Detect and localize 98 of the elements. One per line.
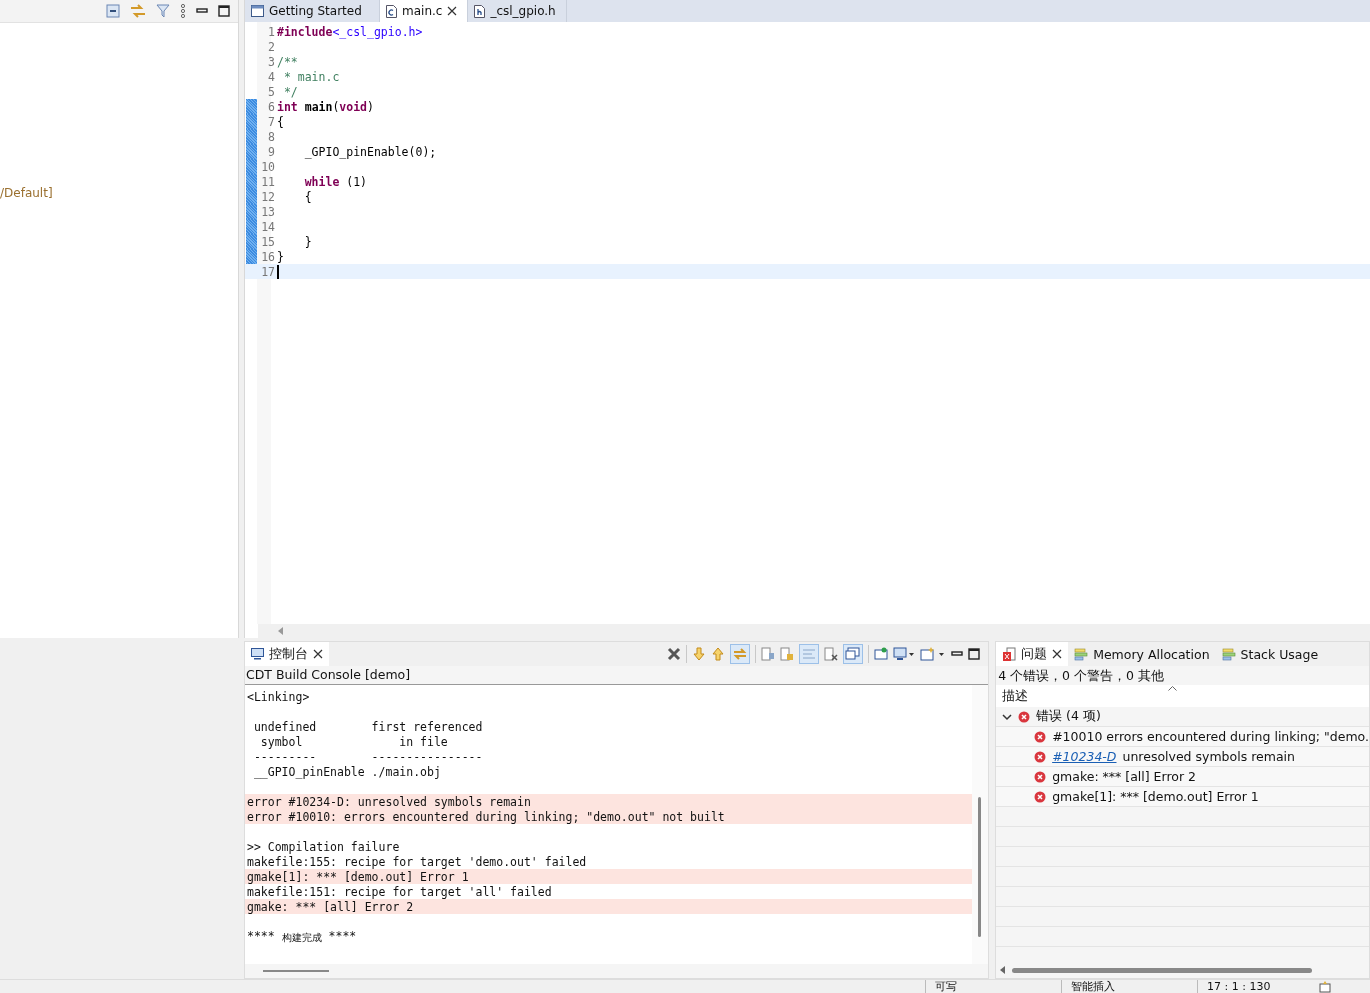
view-tab[interactable]: Stack Usage (1215, 642, 1325, 666)
code-line: */ (282, 84, 298, 99)
show-console-icon[interactable] (843, 644, 864, 664)
tree-item-text: /Default] (0, 186, 53, 200)
clear-console-icon[interactable] (824, 647, 839, 661)
error-icon (1018, 710, 1031, 723)
view-menu-icon[interactable] (180, 4, 186, 18)
line-number: 7 (267, 114, 276, 129)
tree-item[interactable]: 错误 (4 项) (1036, 708, 1101, 725)
problems-icon (1002, 646, 1017, 662)
line-number: 11 (260, 174, 276, 189)
text-cursor (277, 264, 279, 279)
pin-icon[interactable] (874, 647, 889, 661)
display-console-icon[interactable] (893, 647, 916, 661)
line-number: 4 (267, 69, 276, 84)
close-icon[interactable] (1052, 649, 1063, 659)
bars-icon (1074, 647, 1089, 661)
console-line: gmake: *** [all] Error 2 (247, 899, 414, 914)
monitor-icon (251, 648, 264, 660)
problem-text[interactable]: #10010 errors encountered during linking; "demo. (1052, 729, 1369, 744)
window-icon (251, 5, 264, 17)
close-icon[interactable] (447, 6, 458, 16)
scroll-lock-icon[interactable] (761, 647, 776, 661)
line-number: 8 (267, 129, 276, 144)
console-line: symbol in file (259, 734, 448, 749)
sort-icon (1168, 686, 1178, 691)
down-arrow-icon[interactable] (692, 647, 707, 661)
scrollbar-thumb[interactable] (978, 797, 982, 937)
code-line: #include<_csl_gpio.h> (276, 24, 423, 39)
maximize-icon[interactable] (218, 5, 230, 17)
console-line: undefined first referenced (252, 719, 483, 734)
error-code-link[interactable]: #10234-D (1052, 749, 1117, 764)
code-line: { (276, 114, 284, 129)
line-number: 3 (267, 54, 276, 69)
column-header[interactable]: 描述 (1002, 687, 1029, 705)
error-icon (1034, 730, 1047, 743)
up-arrow-icon[interactable] (711, 647, 726, 661)
new-console-icon[interactable] (920, 647, 947, 661)
line-number: 17 (260, 264, 276, 279)
maximize-icon[interactable] (968, 648, 981, 660)
console-line: gmake[1]: *** [demo.out] Error 1 (247, 869, 469, 884)
view-tab[interactable]: Memory Allocation (1068, 642, 1216, 666)
code-line: * main.c (282, 69, 340, 84)
code-line: { (303, 189, 312, 204)
line-number: 6 (267, 99, 276, 114)
console-line: >> Compilation failure (247, 839, 400, 854)
line-number: 15 (260, 234, 276, 249)
console-line: --------- ---------------- (252, 749, 483, 764)
h-file-icon (474, 4, 486, 18)
line-number: 12 (260, 189, 276, 204)
problem-text[interactable]: gmake[1]: *** [demo.out] Error 1 (1052, 789, 1259, 804)
scroll-left-icon[interactable] (278, 627, 284, 635)
line-number: 16 (260, 249, 276, 264)
status-text: 智能插入 (1061, 980, 1197, 993)
console-tab[interactable]: 控制台 (245, 642, 329, 666)
bars-icon (1221, 647, 1236, 661)
error-icon (1034, 750, 1047, 763)
line-number: 13 (260, 204, 276, 219)
problem-text[interactable]: unresolved symbols remain (1122, 749, 1295, 764)
console-line: <Linking> (247, 689, 310, 704)
code-line: _GPIO_pinEnable(0); (303, 144, 437, 159)
line-number: 9 (267, 144, 276, 159)
view-tab[interactable]: 问题 (996, 642, 1069, 666)
code-line: while (1) (303, 174, 367, 189)
scrollbar-thumb[interactable] (1012, 967, 1313, 973)
line-number: 10 (260, 159, 276, 174)
code-line: } (276, 249, 284, 264)
console-line: error #10234-D: unresolved symbols remain (247, 794, 531, 809)
console-line: __GPIO_pinEnable ./main.obj (252, 764, 441, 779)
line-number: 1 (267, 24, 276, 39)
status-text: 可写 (925, 980, 1061, 993)
console-line: error #10010: errors encountered during linking; "demo.out" not built (247, 809, 725, 824)
scroll-left-icon[interactable] (1000, 966, 1007, 974)
link-icon[interactable] (730, 644, 751, 664)
code-line: /** (276, 54, 298, 69)
problems-summary: 4 个错误，0 个警告，0 其他 (997, 667, 1165, 685)
error-icon (1034, 770, 1047, 783)
line-number: 14 (260, 219, 276, 234)
chevron-down-icon[interactable] (1002, 712, 1013, 721)
console-line: makefile:151: recipe for target 'all' failed (247, 884, 552, 899)
code-line: int main(void) (276, 99, 374, 114)
error-icon (1034, 790, 1047, 803)
scrollbar-thumb[interactable] (263, 970, 329, 972)
filter-icon[interactable] (156, 4, 170, 18)
c-file-icon (386, 4, 397, 18)
link-icon[interactable] (130, 4, 146, 18)
collapse-all-icon[interactable] (106, 4, 120, 18)
line-number: 5 (267, 84, 276, 99)
problem-text[interactable]: gmake: *** [all] Error 2 (1052, 769, 1196, 784)
editor-tab[interactable]: main.c (380, 0, 469, 22)
remove-launch-icon[interactable] (667, 647, 682, 661)
notification-icon[interactable] (1319, 981, 1333, 993)
line-number: 2 (267, 39, 276, 54)
console-line: **** 构建完成 **** (247, 928, 357, 945)
console-line: makefile:155: recipe for target 'demo.out' failed (247, 854, 587, 869)
console-title: CDT Build Console [demo] (245, 666, 989, 685)
close-icon[interactable] (313, 649, 323, 659)
code-line: } (303, 234, 312, 249)
